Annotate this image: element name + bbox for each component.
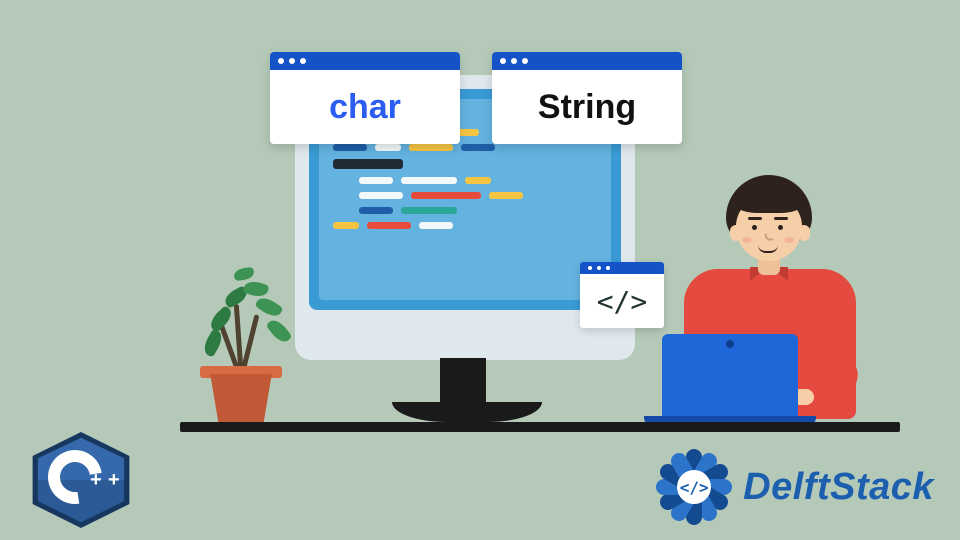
code-tag-icon: </> (580, 274, 664, 328)
window-char: char (270, 52, 460, 144)
code-tag-window: </> (580, 262, 664, 328)
window-titlebar (580, 262, 664, 274)
illustration-stage: char String </> (0, 0, 960, 540)
window-titlebar (492, 52, 682, 70)
plus-icon: + (90, 470, 102, 490)
desk-line (180, 422, 900, 432)
cpp-logo: + + (26, 430, 136, 530)
window-string: String (492, 52, 682, 144)
window-char-label: char (270, 70, 460, 144)
delftstack-mark-icon: </> (655, 448, 733, 526)
delftstack-wordmark: DelftStack (743, 466, 934, 509)
monitor-base (392, 402, 542, 422)
monitor-stand (440, 358, 486, 404)
plus-icon: + (108, 470, 120, 490)
window-titlebar (270, 52, 460, 70)
code-tag-icon: </> (677, 470, 711, 504)
window-string-label: String (492, 70, 682, 144)
delftstack-logo: </> DelftStack (655, 448, 934, 526)
